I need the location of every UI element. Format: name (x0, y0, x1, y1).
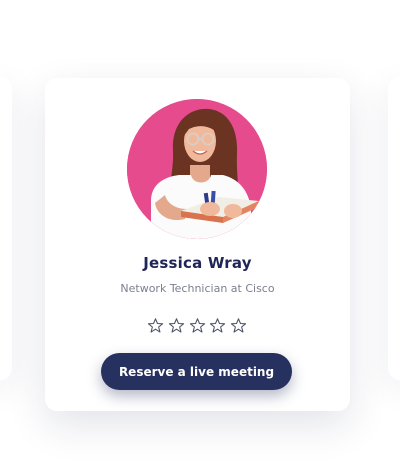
star-icon[interactable] (189, 317, 206, 334)
person-name: Jessica Wray (143, 254, 252, 272)
profile-card: Jessica Wray Network Technician at Cisco… (45, 78, 350, 411)
star-icon[interactable] (209, 317, 226, 334)
reserve-meeting-button[interactable]: Reserve a live meeting (101, 353, 292, 390)
avatar (127, 99, 267, 239)
star-icon[interactable] (230, 317, 247, 334)
previous-card-edge[interactable] (0, 76, 12, 380)
star-rating[interactable] (147, 317, 247, 335)
next-card-edge[interactable] (388, 76, 400, 380)
portrait-photo (127, 99, 267, 239)
star-icon[interactable] (147, 317, 164, 334)
star-icon[interactable] (168, 317, 185, 334)
job-title: Network Technician at Cisco (120, 282, 275, 295)
